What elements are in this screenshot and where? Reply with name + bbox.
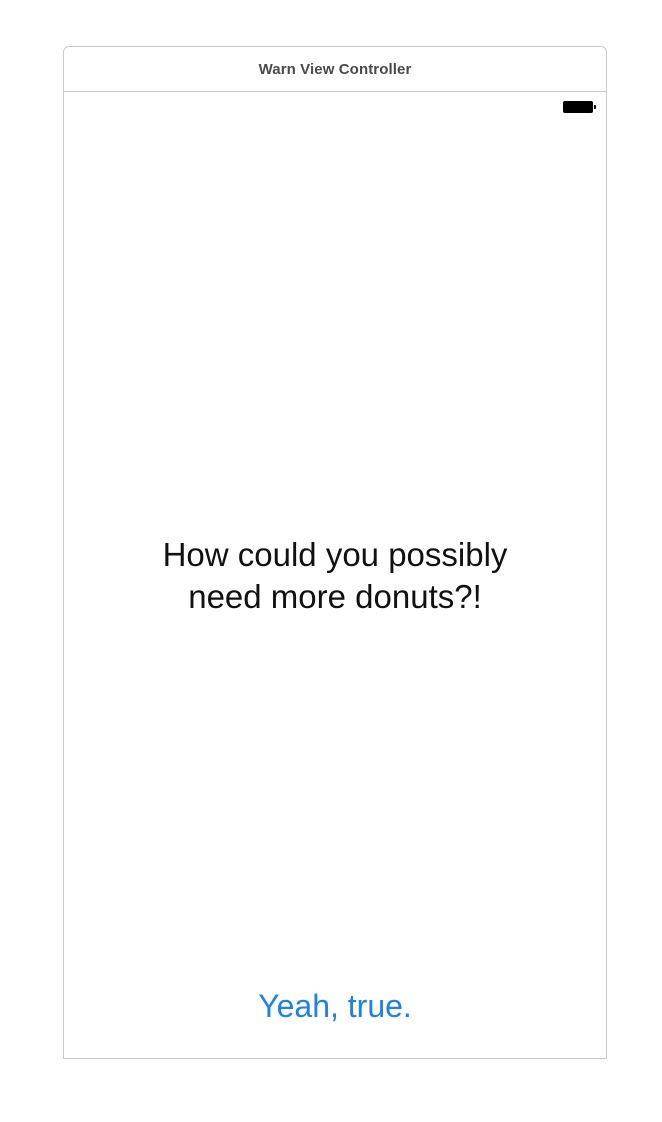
scene-title-bar[interactable]: Warn View Controller	[64, 47, 606, 92]
content-view: How could you possibly need more donuts?…	[64, 122, 606, 1058]
warning-message-label: How could you possibly need more donuts?…	[64, 534, 606, 618]
battery-body	[563, 101, 593, 113]
battery-icon	[563, 101, 597, 113]
status-bar	[64, 92, 606, 122]
warning-message-line-1: How could you possibly	[162, 536, 508, 573]
view-controller-scene[interactable]: Warn View Controller How could you possi…	[63, 46, 607, 1059]
scene-title: Warn View Controller	[258, 60, 412, 78]
yeah-true-button[interactable]: Yeah, true.	[64, 986, 606, 1026]
warning-message-line-2: need more donuts?!	[188, 578, 482, 615]
battery-tip	[594, 105, 596, 109]
